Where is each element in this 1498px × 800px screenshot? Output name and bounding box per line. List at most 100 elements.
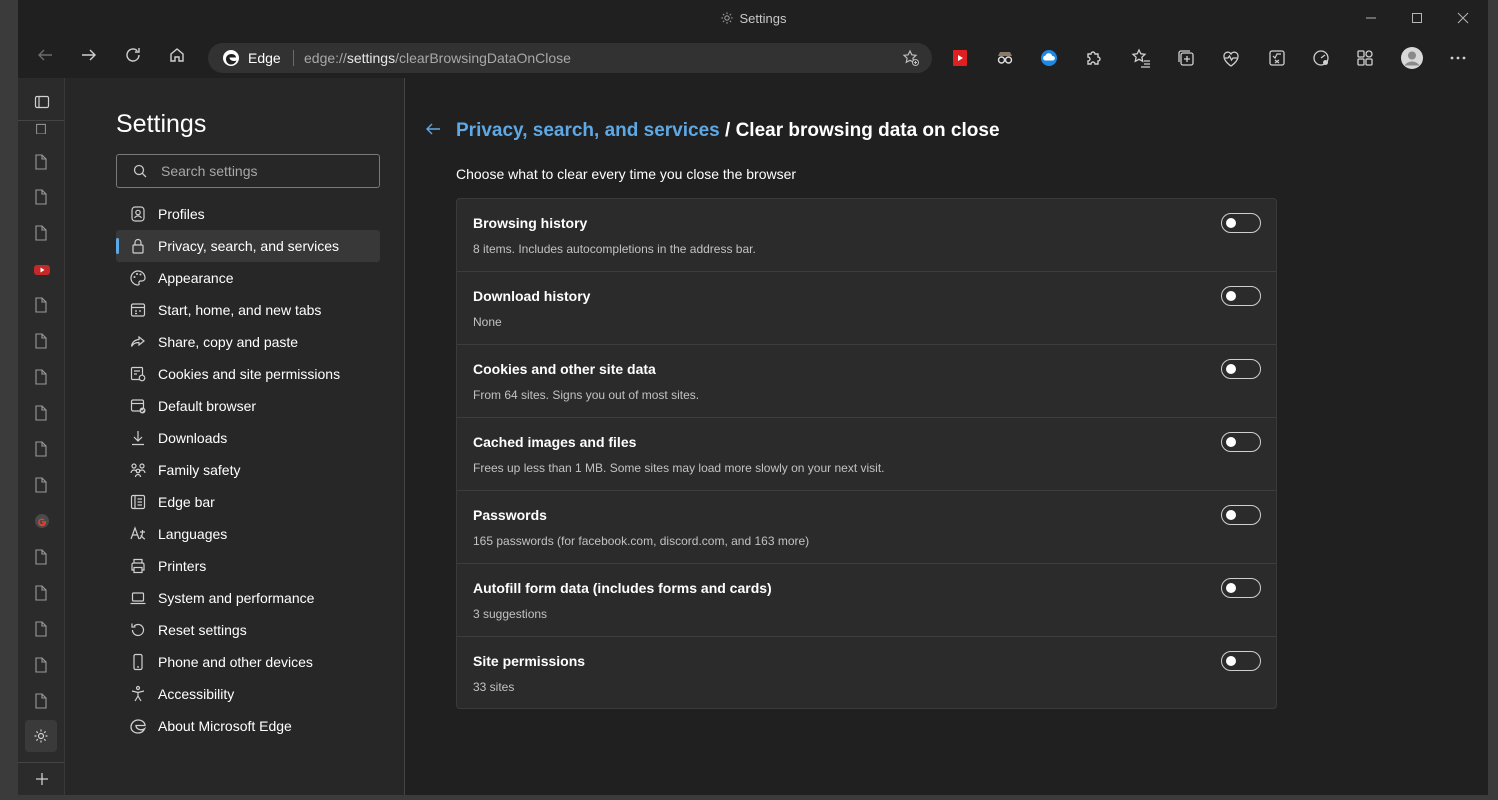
nav-item-downloads[interactable]: Downloads	[116, 422, 380, 454]
cloud-extension-icon[interactable]	[1037, 46, 1061, 70]
edge-logo-icon	[130, 719, 147, 734]
maximize-button[interactable]	[1406, 8, 1428, 30]
nav-item-share[interactable]: Share, copy and paste	[116, 326, 380, 358]
close-window-button[interactable]	[1452, 8, 1474, 30]
autofill-toggle[interactable]	[1221, 578, 1261, 598]
profile-avatar-icon[interactable]	[1400, 46, 1424, 70]
window-title: Settings	[739, 11, 787, 26]
option-description: 8 items. Includes autocompletions in the…	[473, 242, 756, 256]
edge-bar-icon	[130, 494, 146, 510]
search-input[interactable]	[161, 161, 361, 181]
page-tab-icon[interactable]	[34, 369, 48, 385]
main-content: Privacy, search, and services / Clear br…	[406, 78, 1488, 795]
option-row-passwords: Passwords 165 passwords (for facebook.co…	[457, 491, 1276, 564]
collections-icon[interactable]	[1174, 46, 1198, 70]
languages-icon	[130, 526, 146, 540]
nav-item-accessibility[interactable]: Accessibility	[116, 678, 380, 710]
option-title: Autofill form data (includes forms and c…	[473, 580, 772, 596]
page-tab-icon[interactable]	[34, 477, 48, 493]
address-brand: Edge	[248, 50, 281, 66]
option-description: 33 sites	[473, 680, 515, 694]
browser-essentials-icon[interactable]	[1219, 46, 1243, 70]
page-tab-icon[interactable]	[34, 549, 48, 565]
google-tab-icon[interactable]	[34, 513, 49, 529]
address-divider	[293, 50, 294, 66]
title-bar: Settings	[18, 0, 1488, 38]
edge-logo-icon	[222, 49, 240, 72]
nav-item-appearance[interactable]: Appearance	[116, 262, 380, 294]
nav-item-printers[interactable]: Printers	[116, 550, 380, 582]
spy-extension-icon[interactable]	[993, 46, 1017, 70]
youtube-extension-icon[interactable]	[948, 46, 972, 70]
cookies-toggle[interactable]	[1221, 359, 1261, 379]
nav-item-system[interactable]: System and performance	[116, 582, 380, 614]
settings-tab-gear-icon	[34, 729, 48, 743]
page-tab-icon[interactable]	[34, 405, 48, 421]
extensions-icon[interactable]	[1081, 46, 1105, 70]
page-tab-icon[interactable]	[34, 154, 48, 170]
share-icon	[130, 335, 145, 347]
cached-images-toggle[interactable]	[1221, 432, 1261, 452]
address-url[interactable]: edge://settings/clearBrowsingDataOnClose	[304, 50, 571, 66]
add-favorite-icon[interactable]	[902, 49, 920, 72]
page-tab-icon[interactable]	[34, 621, 48, 637]
nav-item-family[interactable]: Family safety	[116, 454, 380, 486]
page-tab-icon[interactable]	[34, 297, 48, 313]
more-options-icon[interactable]	[1446, 46, 1470, 70]
nav-item-about[interactable]: About Microsoft Edge	[116, 710, 380, 742]
laptop-icon	[130, 592, 146, 605]
home-button[interactable]	[163, 44, 191, 72]
breadcrumb-parent-link[interactable]: Privacy, search, and services	[456, 120, 720, 141]
forward-button[interactable]	[75, 44, 103, 72]
option-row-site-permissions: Site permissions 33 sites	[457, 637, 1276, 710]
nav-item-start-home[interactable]: Start, home, and new tabs	[116, 294, 380, 326]
nav-item-edge-bar[interactable]: Edge bar	[116, 486, 380, 518]
sidebar-apps-icon[interactable]	[1353, 46, 1377, 70]
window-title-area: Settings	[18, 11, 1488, 28]
back-arrow-icon[interactable]	[424, 120, 442, 143]
browser-toolbar: Edge edge://settings/clearBrowsingDataOn…	[18, 38, 1488, 78]
refresh-button[interactable]	[119, 44, 147, 72]
favorites-icon[interactable]	[1129, 46, 1153, 70]
option-title: Site permissions	[473, 653, 586, 669]
profile-icon	[131, 206, 145, 222]
download-history-toggle[interactable]	[1221, 286, 1261, 306]
nav-item-languages[interactable]: Languages	[116, 518, 380, 550]
settings-tab-active[interactable]	[25, 720, 57, 752]
nav-item-reset[interactable]: Reset settings	[116, 614, 380, 646]
search-box[interactable]	[116, 154, 380, 188]
option-title: Passwords	[473, 507, 547, 523]
breadcrumb-separator: /	[725, 120, 731, 141]
page-tab-icon[interactable]	[34, 693, 48, 709]
page-title: Clear browsing data on close	[735, 120, 1000, 141]
youtube-tab-icon[interactable]	[34, 261, 50, 277]
math-solver-icon[interactable]	[1265, 46, 1289, 70]
minimize-button[interactable]	[1360, 8, 1382, 30]
page-tab-icon[interactable]	[34, 189, 48, 205]
page-description: Choose what to clear every time you clos…	[456, 166, 797, 182]
browsing-history-toggle[interactable]	[1221, 213, 1261, 233]
nav-item-phone[interactable]: Phone and other devices	[116, 646, 380, 678]
page-tab-icon[interactable]	[34, 441, 48, 457]
breadcrumb: Privacy, search, and services / Clear br…	[456, 120, 1000, 142]
performance-icon[interactable]	[1309, 46, 1333, 70]
nav-item-default-browser[interactable]: Default browser	[116, 390, 380, 422]
page-tab-icon[interactable]	[34, 657, 48, 673]
site-permissions-toggle[interactable]	[1221, 651, 1261, 671]
page-tab-icon[interactable]	[34, 333, 48, 349]
cookies-icon	[130, 366, 146, 382]
nav-item-privacy[interactable]: Privacy, search, and services	[116, 230, 380, 262]
address-bar[interactable]: Edge edge://settings/clearBrowsingDataOn…	[208, 43, 932, 73]
page-tab-icon[interactable]	[34, 225, 48, 241]
nav-item-profiles[interactable]: Profiles	[116, 198, 380, 230]
tab-actions-icon[interactable]	[34, 94, 50, 110]
option-title: Cached images and files	[473, 434, 637, 450]
page-tab-icon[interactable]	[34, 120, 48, 136]
nav-item-cookies[interactable]: Cookies and site permissions	[116, 358, 380, 390]
new-tab-icon[interactable]	[34, 771, 48, 787]
option-row-cookies: Cookies and other site data From 64 site…	[457, 345, 1276, 418]
printer-icon	[131, 558, 145, 574]
passwords-toggle[interactable]	[1221, 505, 1261, 525]
page-tab-icon[interactable]	[34, 585, 48, 601]
back-button[interactable]	[31, 44, 59, 72]
